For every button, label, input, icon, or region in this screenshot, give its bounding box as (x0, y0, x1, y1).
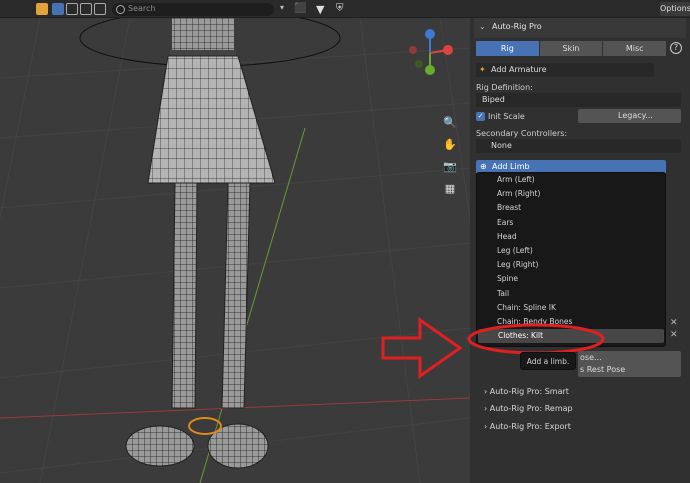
section-export[interactable]: › Auto-Rig Pro: Export (474, 419, 680, 435)
menu-item-tail[interactable]: Tail (477, 287, 665, 301)
shield-icon[interactable]: ⛨ (336, 3, 348, 15)
menu-item-breast[interactable]: Breast (477, 201, 665, 215)
partial-button-2[interactable]: s Rest Pose (578, 363, 681, 377)
3d-viewport[interactable]: 🔍 ✋ 📷 ▦ (0, 18, 470, 483)
tab-misc[interactable]: Misc (603, 41, 667, 56)
hand-icon[interactable]: ✋ (440, 135, 460, 155)
viewport-scene (0, 18, 470, 483)
mode-icon-3[interactable] (94, 3, 106, 15)
filter-icon[interactable]: ▼ (316, 3, 328, 16)
annotation-arrow (381, 317, 463, 379)
section-remap-label: Auto-Rig Pro: Remap (489, 404, 573, 413)
select-box-icon[interactable] (52, 3, 64, 15)
tab-rig[interactable]: Rig (476, 41, 539, 56)
search-field[interactable]: Search (112, 3, 274, 16)
help-icon[interactable]: ? (670, 42, 682, 54)
section-export-label: Auto-Rig Pro: Export (489, 422, 571, 431)
legacy-button[interactable]: Legacy... (578, 109, 681, 123)
search-icon (116, 5, 125, 14)
top-header: Search ▾ ⬛ ▼ ⛨ Options (0, 0, 690, 18)
options-button[interactable]: Options (660, 2, 690, 16)
section-remap[interactable]: › Auto-Rig Pro: Remap (474, 401, 680, 417)
add-armature-label: Add Armature (491, 65, 547, 74)
secondary-controllers-label: Secondary Controllers: (476, 129, 568, 138)
menu-item-arm-left[interactable]: Arm (Left) (477, 173, 665, 187)
add-armature-button[interactable]: ✦ Add Armature (476, 63, 654, 77)
init-scale-label: Init Scale (488, 112, 525, 121)
camera-icon[interactable]: 📷 (440, 157, 460, 177)
orientation-icon[interactable] (36, 3, 48, 15)
close-icon[interactable]: ✕ (670, 318, 680, 328)
limb-menu: Arm (Left) Arm (Right) Breast Ears Head … (476, 172, 666, 347)
menu-item-ears[interactable]: Ears (477, 216, 665, 230)
search-placeholder: Search (128, 4, 156, 13)
annotation-ellipse (467, 323, 605, 355)
menu-item-head[interactable]: Head (477, 230, 665, 244)
navigation-gizmo[interactable] (405, 28, 455, 78)
bookmark-icon[interactable]: ⬛ (294, 3, 306, 15)
grid-icon[interactable]: ▦ (440, 179, 460, 199)
rig-definition-select[interactable]: Biped (476, 93, 681, 107)
tab-skin[interactable]: Skin (539, 41, 603, 56)
section-smart[interactable]: › Auto-Rig Pro: Smart (474, 384, 680, 400)
init-scale-checkbox[interactable]: ✓ (476, 112, 485, 121)
menu-item-spine[interactable]: Spine (477, 272, 665, 286)
mode-icon-2[interactable] (80, 3, 92, 15)
tooltip: Add a limb. (520, 352, 576, 370)
menu-item-leg-left[interactable]: Leg (Left) (477, 244, 665, 258)
secondary-controllers-select[interactable]: None (476, 139, 681, 153)
collapse-icon[interactable]: ▾ (280, 3, 292, 15)
viewport-tools: 🔍 ✋ 📷 ▦ (440, 113, 462, 201)
section-smart-label: Auto-Rig Pro: Smart (489, 387, 569, 396)
mode-icon-1[interactable] (66, 3, 78, 15)
menu-item-arm-right[interactable]: Arm (Right) (477, 187, 665, 201)
menu-item-leg-right[interactable]: Leg (Right) (477, 258, 665, 272)
chevron-down-icon: ⌄ (479, 22, 486, 31)
rig-definition-label: Rig Definition: (476, 83, 533, 92)
add-limb-label: Add Limb (492, 162, 530, 171)
close-icon-2[interactable]: ✕ (670, 330, 680, 340)
panel-title: Auto-Rig Pro (492, 22, 542, 31)
zoom-icon[interactable]: 🔍 (440, 113, 460, 133)
menu-item-chain-spline[interactable]: Chain: Spline IK (477, 301, 665, 315)
armature-icon: ✦ (479, 65, 486, 74)
panel-tabs: Rig Skin Misc (476, 41, 667, 56)
panel-header[interactable]: ⌄ Auto-Rig Pro (474, 18, 686, 38)
